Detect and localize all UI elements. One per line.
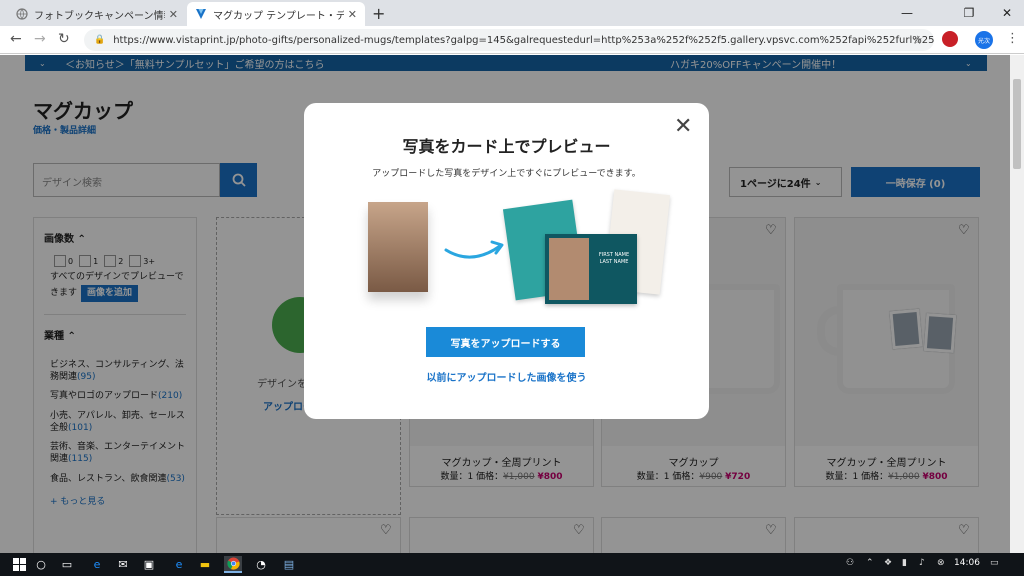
browser-tab-bar: フォトブックキャンペーン情報！GW明け ✕ マグカップ テンプレート・デザイン … — [0, 0, 1024, 26]
battery-icon[interactable]: ⊗ — [937, 558, 945, 568]
volume-icon[interactable]: ♪ — [919, 558, 925, 568]
card-name-text: FIRST NAME LAST NAME — [598, 252, 630, 265]
new-tab-button[interactable]: + — [372, 4, 385, 23]
photo-preview-modal: ✕ 写真をカード上でプレビュー アップロードした写真をデザイン上ですぐにプレビュ… — [304, 103, 709, 419]
vistaprint-logo-icon — [195, 8, 207, 20]
app-icon[interactable]: ◔ — [252, 556, 270, 573]
use-previous-images-link[interactable]: 以前にアップロードした画像を使う — [304, 369, 709, 384]
scrollbar-thumb[interactable] — [1013, 79, 1021, 169]
card-preview: FIRST NAME LAST NAME — [545, 234, 637, 304]
people-icon[interactable]: ⚇ — [846, 558, 854, 568]
reload-icon[interactable]: ↻ — [58, 31, 70, 47]
bookmark-star-icon[interactable]: ☆ — [912, 33, 923, 47]
minimize-icon[interactable]: — — [884, 0, 930, 26]
edge-icon[interactable]: e — [170, 556, 188, 573]
network-icon[interactable]: ▮ — [902, 558, 907, 568]
forward-arrow-icon[interactable]: → — [34, 31, 46, 47]
close-tab-icon[interactable]: ✕ — [169, 8, 178, 21]
arrow-right-icon — [444, 240, 504, 259]
file-explorer-icon[interactable]: ▬ — [196, 556, 214, 573]
store-icon[interactable]: ▣ — [140, 556, 158, 573]
taskbar: ○ ▭ e ✉ ▣ e ▬ ◔ ▤ ⚇ ⌃ ❖ ▮ ♪ ⊗ 14:06 ▭ — [0, 553, 1024, 576]
restore-icon[interactable]: ❐ — [946, 0, 992, 26]
sample-photo — [368, 202, 428, 292]
globe-icon — [16, 8, 28, 20]
browser-menu-icon[interactable]: ⋮ — [1006, 31, 1019, 46]
chrome-icon[interactable] — [224, 556, 242, 573]
task-view-icon[interactable]: ▭ — [58, 556, 76, 573]
mail-icon[interactable]: ✉ — [114, 556, 132, 573]
notification-icon[interactable]: ▭ — [990, 558, 999, 568]
dropbox-icon[interactable]: ❖ — [884, 558, 892, 568]
tab-title: フォトブックキャンペーン情報！GW明け — [34, 10, 165, 22]
windows-start-icon[interactable] — [10, 556, 28, 573]
url-field[interactable]: 🔒 https://www.vistaprint.jp/photo-gifts/… — [84, 29, 934, 51]
search-icon[interactable]: ○ — [32, 556, 50, 573]
card-previews: FIRST NAME LAST NAME — [502, 189, 671, 312]
modal-description: アップロードした写真をデザイン上ですぐにプレビューできます。 — [372, 169, 641, 179]
browser-tab-1[interactable]: フォトブックキャンペーン情報！GW明け ✕ — [8, 2, 186, 26]
ie-icon[interactable]: e — [88, 556, 106, 573]
page-scrollbar[interactable] — [1010, 55, 1024, 553]
chevron-up-icon[interactable]: ⌃ — [866, 558, 874, 568]
back-arrow-icon[interactable]: ← — [10, 31, 22, 47]
extension-icon[interactable] — [942, 31, 958, 47]
close-window-icon[interactable]: ✕ — [990, 0, 1024, 26]
upload-photo-button[interactable]: 写真をアップロードする — [426, 327, 585, 357]
tab-title: マグカップ テンプレート・デザイン | ビスタ — [213, 10, 344, 22]
address-bar: ← → ↻ 🔒 https://www.vistaprint.jp/photo-… — [0, 26, 1024, 54]
modal-title: 写真をカード上でプレビュー — [402, 137, 611, 156]
lock-icon: 🔒 — [94, 35, 106, 45]
profile-avatar[interactable]: 光次 — [975, 31, 993, 49]
browser-tab-2[interactable]: マグカップ テンプレート・デザイン | ビスタ ✕ — [187, 2, 365, 26]
url-text: https://www.vistaprint.jp/photo-gifts/pe… — [113, 34, 934, 46]
taskbar-clock[interactable]: 14:06 — [954, 558, 980, 568]
close-tab-icon[interactable]: ✕ — [348, 8, 357, 21]
notepad-icon[interactable]: ▤ — [280, 556, 298, 573]
